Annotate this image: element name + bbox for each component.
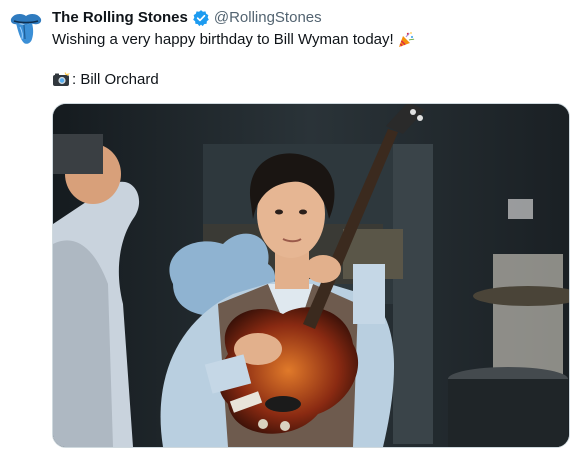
rolling-stones-tongue-logo-icon — [10, 14, 42, 44]
camera-flash-icon — [52, 71, 70, 89]
tweet-text-line1: Wishing a very happy birthday to Bill Wy… — [52, 30, 570, 50]
author-name[interactable]: The Rolling Stones — [52, 8, 188, 28]
tweet-content: The Rolling Stones @RollingStones Wishin… — [52, 8, 570, 90]
photo-bassist — [53, 104, 569, 447]
tweet-header: The Rolling Stones @RollingStones — [52, 8, 570, 28]
author-handle[interactable]: @RollingStones — [214, 8, 322, 28]
tweet: The Rolling Stones @RollingStones Wishin… — [0, 0, 582, 454]
verified-badge-icon — [192, 9, 210, 27]
party-popper-icon — [397, 31, 415, 49]
tweet-text: Wishing a very happy birthday to Bill Wy… — [52, 31, 394, 48]
photo-credit-text: : Bill Orchard — [72, 71, 159, 88]
tweet-photo[interactable] — [52, 103, 570, 448]
tweet-text-line2: : Bill Orchard — [52, 70, 570, 90]
avatar[interactable] — [6, 8, 46, 48]
